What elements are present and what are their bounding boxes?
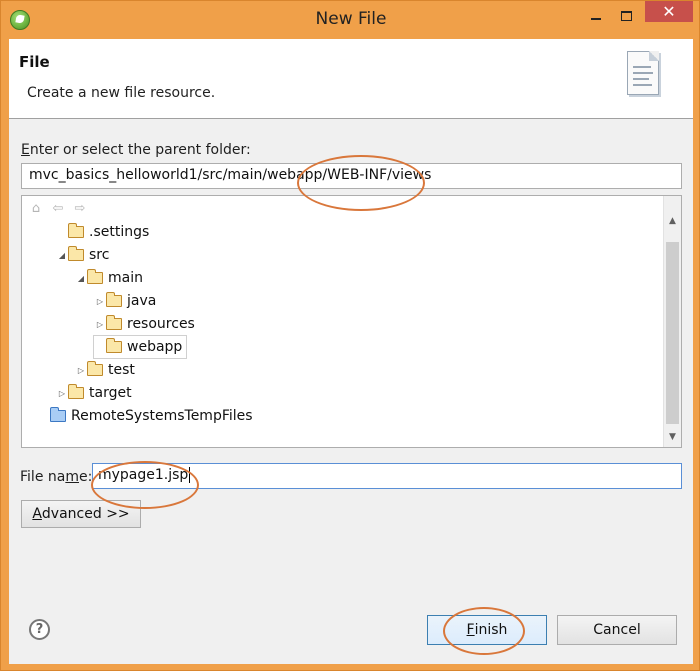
maximize-button[interactable] (611, 1, 641, 31)
tree-node-label: webapp (127, 339, 183, 355)
folder-icon (106, 292, 122, 307)
tree-node-target[interactable]: ▷ target (56, 382, 132, 404)
folder-icon (68, 223, 84, 238)
tree-toolbar: ⌂ ⇦ ⇨ (28, 201, 88, 217)
tree-node-label: java (127, 293, 157, 309)
tree-node-label: test (108, 362, 135, 378)
scroll-up-icon[interactable]: ▲ (664, 213, 681, 230)
file-name-input[interactable]: mypage1.jsp (92, 463, 682, 489)
finish-button[interactable]: Finish (427, 615, 547, 645)
finish-label: inish (474, 622, 508, 638)
folder-icon (68, 384, 84, 399)
help-icon[interactable]: ? (29, 619, 50, 640)
file-name-label-prefix: File na (20, 469, 66, 485)
tree-node-remotesystemstempfiles[interactable]: RemoteSystemsTempFiles (38, 405, 253, 427)
wizard-banner: File Create a new file resource. (9, 39, 693, 119)
parent-folder-label-text: nter or select the parent folder: (29, 142, 251, 158)
parent-folder-label: Enter or select the parent folder: (21, 142, 251, 158)
finish-mnemonic: F (466, 622, 475, 638)
expanded-arrow-icon[interactable]: ◢ (75, 274, 87, 283)
scroll-down-icon[interactable]: ▼ (664, 429, 681, 446)
collapsed-arrow-icon[interactable]: ▷ (56, 389, 68, 398)
maximize-icon (620, 11, 632, 21)
back-arrow-icon[interactable]: ⇦ (50, 201, 66, 217)
tree-node-src[interactable]: ◢ src (56, 244, 109, 266)
collapsed-arrow-icon[interactable]: ▷ (94, 320, 106, 329)
tree-node-label: src (89, 247, 110, 263)
tree-node-settings[interactable]: .settings (56, 221, 149, 243)
text-caret (189, 467, 191, 483)
advanced-mnemonic: A (32, 506, 42, 522)
collapsed-arrow-icon[interactable]: ▷ (75, 366, 87, 375)
file-name-label-suffix: e: (78, 469, 93, 485)
tree-node-test[interactable]: ▷ test (75, 359, 135, 381)
tree-node-label: .settings (89, 224, 150, 240)
file-name-label: File name: (20, 469, 92, 485)
new-file-wizard-icon (627, 51, 659, 95)
forward-arrow-icon[interactable]: ⇨ (72, 201, 88, 217)
close-icon: ✕ (662, 2, 676, 21)
tree-node-main[interactable]: ◢ main (75, 267, 143, 289)
tree-node-webapp[interactable]: webapp (92, 335, 188, 359)
collapsed-arrow-icon[interactable]: ▷ (94, 297, 106, 306)
title-bar[interactable]: New File ✕ (1, 1, 699, 39)
advanced-label: dvanced >> (41, 506, 130, 522)
banner-description: Create a new file resource. (27, 85, 216, 101)
folder-tree[interactable]: ⌂ ⇦ ⇨ .settings ◢ src ◢ main ▷ java ▷ resour… (21, 195, 682, 448)
close-button[interactable]: ✕ (645, 1, 693, 22)
folder-icon (106, 315, 122, 330)
minimize-button[interactable] (581, 1, 611, 31)
home-icon[interactable]: ⌂ (28, 201, 44, 217)
tree-node-label: target (89, 385, 132, 401)
folder-icon (106, 338, 122, 353)
tree-node-resources[interactable]: ▷ resources (94, 313, 195, 335)
tree-node-label: main (108, 270, 143, 286)
file-name-value: mypage1.jsp (98, 467, 189, 483)
banner-title: File (19, 53, 50, 71)
tree-node-label: resources (127, 316, 195, 332)
folder-icon (87, 269, 103, 284)
dialog-body: File Create a new file resource. Enter o… (9, 39, 693, 664)
new-file-dialog: New File ✕ File Create a new file resour… (0, 0, 700, 671)
parent-folder-input[interactable]: mvc_basics_helloworld1/src/main/webapp/W… (21, 163, 682, 189)
advanced-button[interactable]: Advanced >> (21, 500, 141, 528)
tree-scrollbar[interactable]: ▲ ▼ (663, 196, 681, 447)
project-folder-icon (50, 407, 66, 422)
scrollbar-thumb[interactable] (666, 242, 679, 424)
file-name-label-mnemonic: m (65, 469, 79, 485)
cancel-button[interactable]: Cancel (557, 615, 677, 645)
tree-node-label: RemoteSystemsTempFiles (71, 408, 253, 424)
tree-node-java[interactable]: ▷ java (94, 290, 156, 312)
folder-icon (87, 361, 103, 376)
minimize-icon (591, 18, 601, 20)
folder-icon (68, 246, 84, 261)
expanded-arrow-icon[interactable]: ◢ (56, 251, 68, 260)
